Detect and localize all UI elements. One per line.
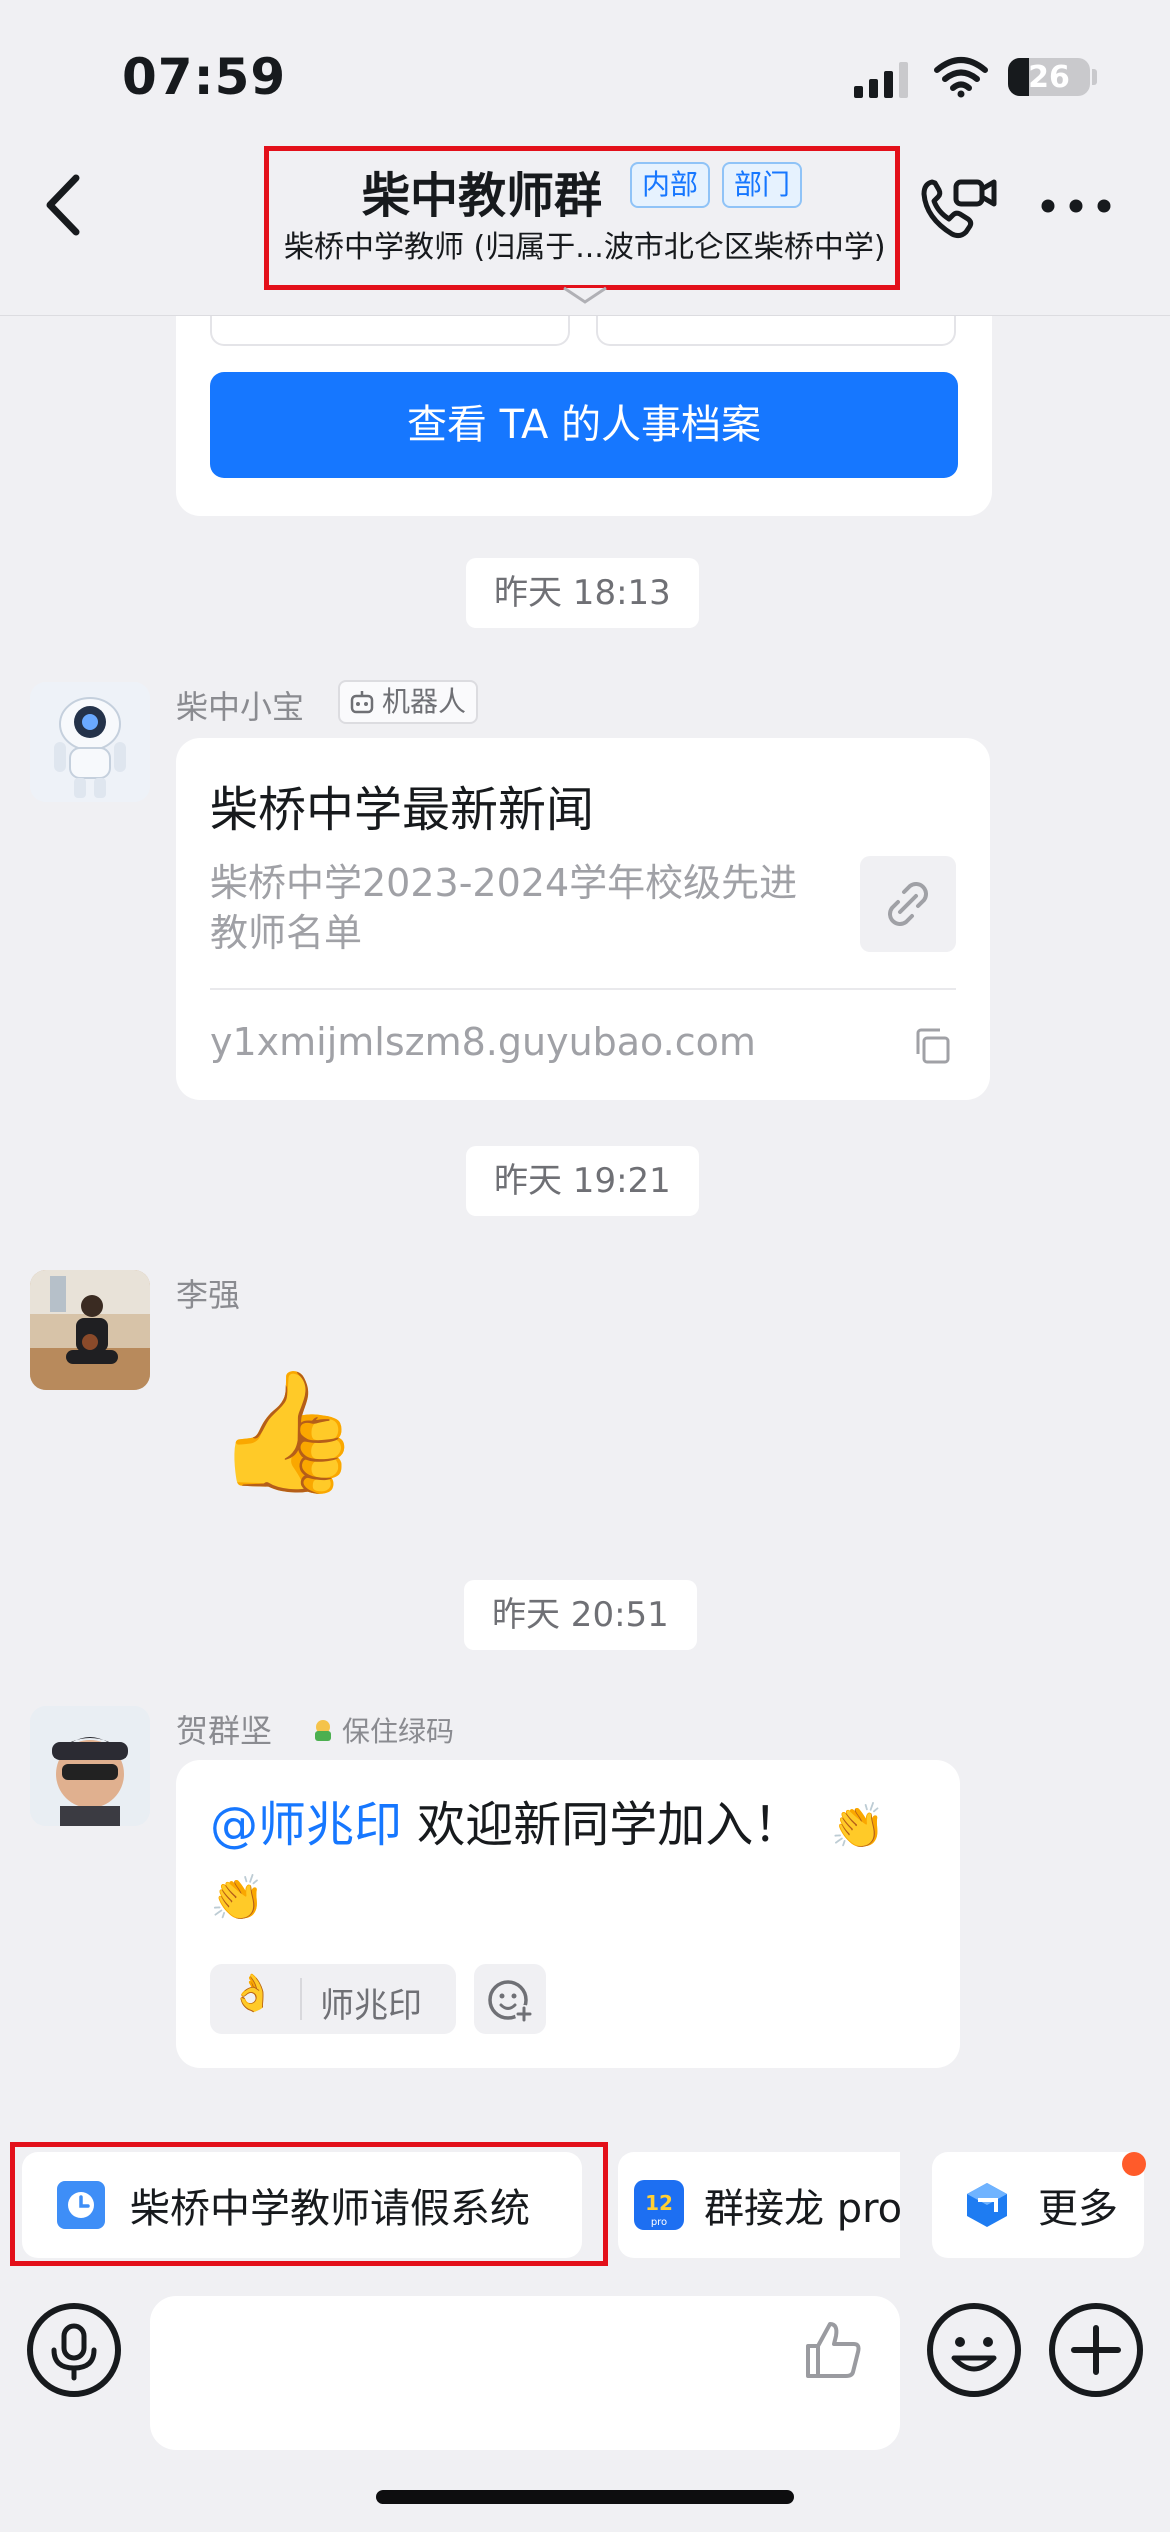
- reaction-chip[interactable]: 👌 师兆印: [210, 1964, 456, 2034]
- header-pointer-icon: [563, 286, 607, 304]
- mention-link[interactable]: @师兆印: [210, 1797, 402, 1853]
- robot-icon: [350, 691, 374, 714]
- highlight-box-title: [264, 146, 900, 290]
- sender-status: 保住绿码: [308, 1710, 454, 1750]
- sender-name: 李强: [176, 1276, 241, 1314]
- svg-text:12: 12: [645, 2191, 673, 2215]
- text-message-bubble[interactable]: @师兆印 欢迎新同学加入！ 👏 👏 👌 师兆印: [176, 1760, 960, 2068]
- like-icon[interactable]: [798, 2316, 868, 2386]
- wifi-icon: [934, 57, 988, 98]
- quick-app-label: 群接龙 pro: [704, 2186, 900, 2232]
- link-icon: [888, 882, 928, 926]
- jielong-app-icon: 12 pro: [634, 2180, 684, 2230]
- back-icon[interactable]: [40, 170, 90, 240]
- timestamp: 昨天 20:51: [464, 1580, 697, 1650]
- battery-level: 26: [1028, 60, 1070, 95]
- news-title: 柴桥中学最新新闻: [210, 782, 595, 838]
- add-emoji-icon: [488, 1980, 533, 2023]
- more-apps-icon: [967, 2183, 1007, 2227]
- sender-name: 柴中小宝: [176, 688, 305, 726]
- avatar[interactable]: [30, 682, 150, 802]
- highlight-box-quick-app: [10, 2142, 608, 2266]
- status-time: 07:59: [122, 48, 287, 106]
- emoji-picker-icon[interactable]: [924, 2300, 1024, 2400]
- link-thumbnail: [860, 856, 956, 952]
- clap-emoji: 👏: [830, 1801, 886, 1852]
- home-indicator: [376, 2490, 794, 2504]
- message-input[interactable]: [150, 2296, 900, 2450]
- user-photo-avatar: [30, 1706, 150, 1826]
- timestamp: 昨天 19:21: [466, 1146, 699, 1216]
- card-divider: [210, 988, 956, 990]
- robot-avatar-icon: [30, 682, 150, 802]
- robot-badge: 机器人: [338, 680, 479, 724]
- video-call-icon[interactable]: [918, 172, 998, 244]
- quick-app-label: 更多: [1038, 2186, 1118, 2232]
- avatar[interactable]: [30, 1706, 150, 1826]
- news-card[interactable]: 柴桥中学最新新闻 柴桥中学2023-2024学年校级先进教师名单 y1xmijm…: [176, 738, 990, 1100]
- robot-badge-label: 机器人: [382, 685, 467, 718]
- profile-card-cell: [210, 316, 570, 346]
- add-attachment-icon[interactable]: [1046, 2300, 1146, 2400]
- notification-dot: [1122, 2152, 1146, 2176]
- clap-emoji: 👏: [210, 1873, 265, 1924]
- voice-input-icon[interactable]: [24, 2300, 124, 2400]
- sender-name: 贺群坚: [176, 1712, 273, 1750]
- quick-app-jielong[interactable]: 12 pro 群接龙 pro: [618, 2152, 900, 2258]
- more-options-icon[interactable]: [1040, 196, 1112, 216]
- avatar[interactable]: [30, 1270, 150, 1390]
- cellular-signal-icon: [854, 62, 908, 98]
- profile-card-cell: [596, 316, 956, 346]
- reaction-divider: [300, 1978, 302, 2020]
- copy-icon[interactable]: [910, 1024, 954, 1068]
- add-reaction-button[interactable]: [474, 1964, 546, 2034]
- user-photo-avatar: [30, 1270, 150, 1390]
- view-hr-file-button[interactable]: 查看 TA 的人事档案: [210, 372, 958, 478]
- news-url: y1xmijmlszm8.guyubao.com: [210, 1020, 756, 1064]
- quick-app-more[interactable]: 更多: [932, 2152, 1144, 2258]
- reaction-user: 师兆印: [320, 1986, 422, 2026]
- message-text: @师兆印 欢迎新同学加入！ 👏 👏: [210, 1790, 940, 1934]
- timestamp: 昨天 18:13: [466, 558, 699, 628]
- battery-tip: [1092, 69, 1097, 85]
- thumbs-up-sticker[interactable]: 👍: [214, 1366, 361, 1496]
- message-body: 欢迎新同学加入！: [402, 1797, 802, 1853]
- svg-text:pro: pro: [651, 2217, 667, 2228]
- mask-emoji-icon: [315, 1720, 331, 1741]
- sender-status-text: 保住绿码: [342, 1715, 455, 1748]
- battery-indicator: 26: [1008, 58, 1090, 96]
- news-description: 柴桥中学2023-2024学年校级先进教师名单: [210, 861, 798, 955]
- ok-hand-emoji: 👌: [230, 1973, 275, 2014]
